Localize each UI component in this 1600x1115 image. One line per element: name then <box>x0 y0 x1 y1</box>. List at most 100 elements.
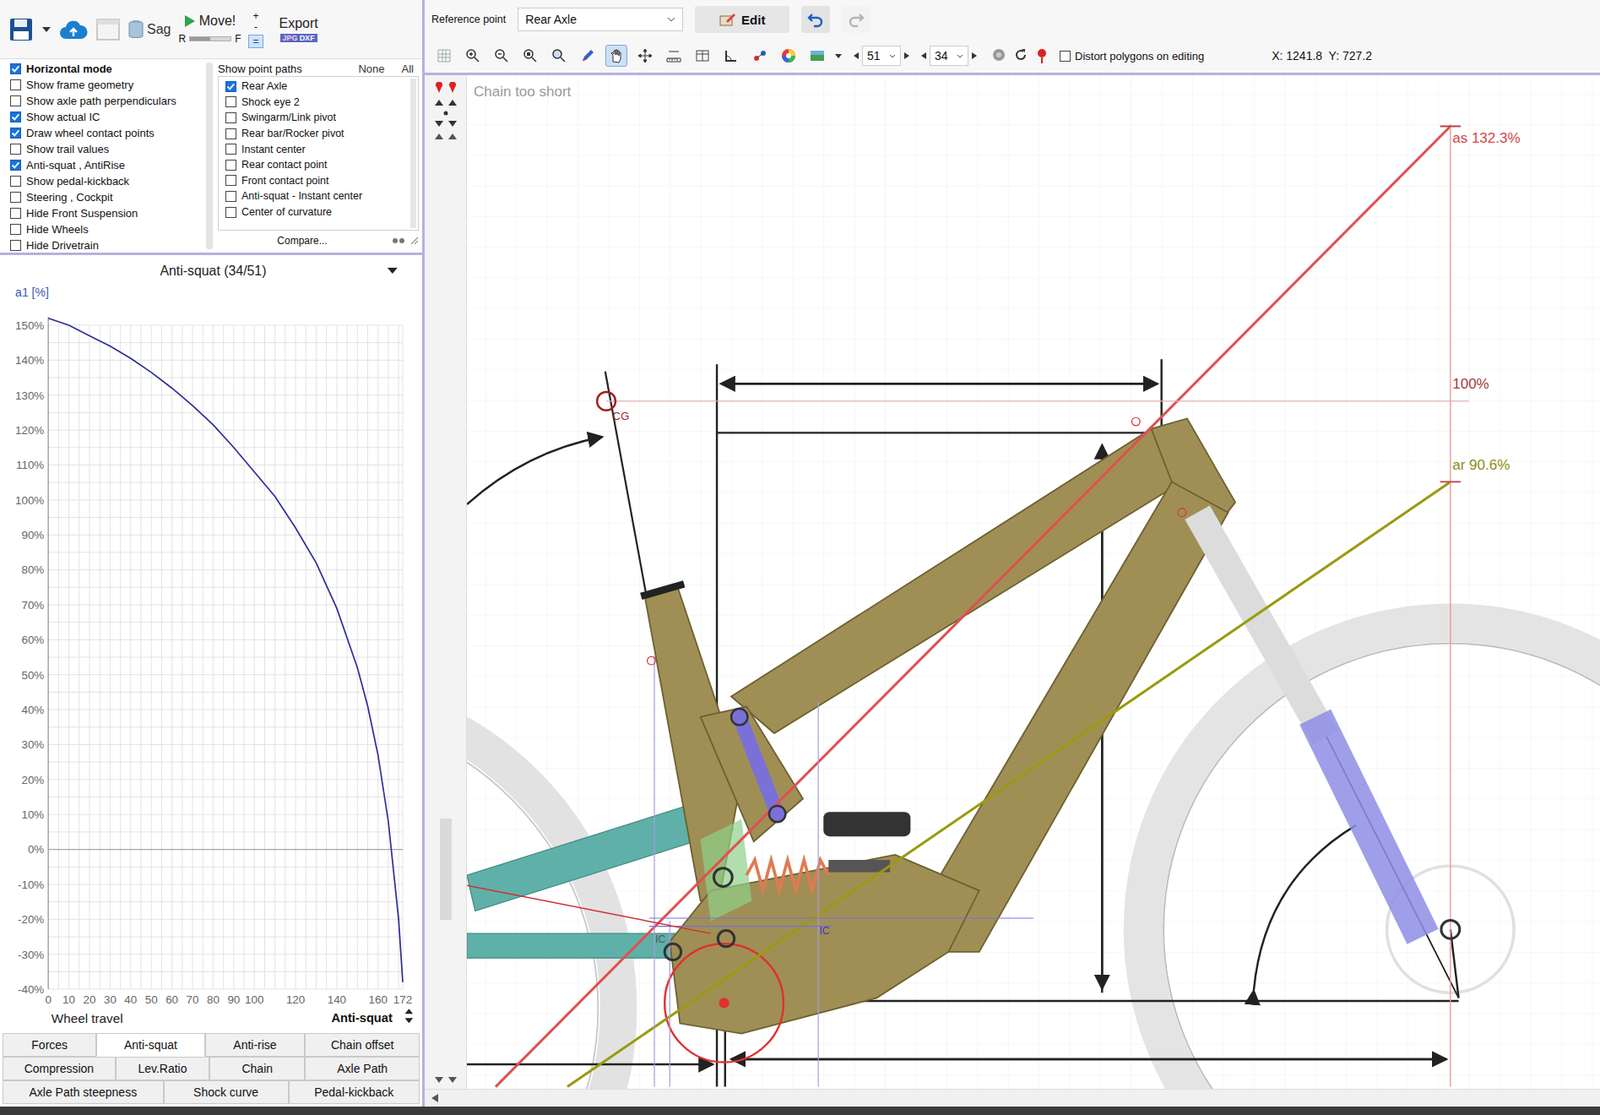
point-path-checkbox[interactable] <box>225 96 237 108</box>
pin-icon[interactable] <box>1035 48 1048 64</box>
color-wheel-tool[interactable] <box>777 44 800 67</box>
bike-canvas[interactable]: as 132.3%100%ar 90.6%CGICIC <box>466 75 1600 1089</box>
equals-button[interactable]: = <box>248 34 263 49</box>
option-checkbox[interactable] <box>10 159 22 171</box>
move-button[interactable]: Move! <box>184 13 237 29</box>
undo-button[interactable] <box>801 5 830 33</box>
select-all-button[interactable]: All <box>401 62 414 76</box>
option-checkbox[interactable] <box>10 191 22 203</box>
plus-button[interactable]: + <box>252 10 259 22</box>
up-icon[interactable] <box>448 98 457 106</box>
pin-red-icon[interactable] <box>448 81 457 94</box>
analysis-tab[interactable]: Lev.Ratio <box>115 1056 210 1080</box>
option-row[interactable]: Hide Wheels <box>10 221 207 238</box>
minus-button[interactable]: - <box>254 21 258 33</box>
prev-icon[interactable] <box>853 52 859 60</box>
draw-tool[interactable] <box>576 44 599 67</box>
cloud-upload-icon[interactable] <box>59 18 88 41</box>
option-row[interactable]: Anti-squat , AntiRise <box>10 157 207 174</box>
horizontal-scrollbar[interactable] <box>424 1088 1600 1107</box>
option-checkbox[interactable] <box>10 127 22 139</box>
distort-checkbox[interactable] <box>1059 50 1071 62</box>
point-path-row[interactable]: Front contact point <box>225 173 409 190</box>
zoom-fit-tool[interactable] <box>547 44 570 67</box>
point-path-row[interactable]: Swingarm/Link pivot <box>225 109 409 126</box>
analysis-tab[interactable]: Axle Path <box>304 1056 420 1080</box>
analysis-tab[interactable]: Shock curve <box>163 1079 289 1104</box>
down-icon[interactable] <box>434 120 444 128</box>
point-path-checkbox[interactable] <box>225 128 237 140</box>
next-icon[interactable] <box>971 52 977 60</box>
point-path-checkbox[interactable] <box>225 174 237 186</box>
compare-settings-icon[interactable] <box>391 236 406 245</box>
point-path-checkbox[interactable] <box>225 81 237 93</box>
gear-selector[interactable]: 51 <box>853 45 910 66</box>
option-checkbox[interactable] <box>10 79 22 91</box>
analysis-tab[interactable]: Chain <box>209 1056 305 1080</box>
save-icon[interactable] <box>8 16 34 43</box>
point-path-row[interactable]: Center of curvature <box>225 204 409 221</box>
distort-option[interactable]: Distort polygons on editing <box>1059 49 1205 63</box>
chart-series-selector[interactable]: Anti-squat <box>330 1010 392 1025</box>
option-row[interactable]: Show trail values <box>10 141 207 158</box>
record-icon[interactable] <box>992 48 1006 62</box>
option-row[interactable]: Hide Front Suspension <box>10 205 207 222</box>
point-path-checkbox[interactable] <box>225 206 237 218</box>
chart-dropdown-icon[interactable] <box>387 267 398 274</box>
point-path-checkbox[interactable] <box>225 112 237 124</box>
option-checkbox[interactable] <box>10 239 22 251</box>
option-checkbox[interactable] <box>10 63 22 75</box>
point-path-checkbox[interactable] <box>225 190 237 202</box>
point-path-row[interactable]: Rear contact point <box>225 157 409 174</box>
prev-icon[interactable] <box>921 52 927 60</box>
options-scrollbar[interactable] <box>206 62 213 250</box>
top-icon[interactable] <box>434 132 444 140</box>
option-row[interactable]: Show frame geometry <box>10 76 207 93</box>
pan-tool[interactable] <box>605 44 628 67</box>
gear-selector[interactable]: 34 <box>921 45 977 66</box>
rotate-icon[interactable] <box>1014 48 1028 62</box>
option-checkbox[interactable] <box>10 223 22 235</box>
down-icon[interactable] <box>448 1076 457 1084</box>
compare-button[interactable]: Compare... <box>276 234 327 247</box>
rf-slider[interactable]: RF <box>178 32 241 45</box>
option-row[interactable]: Horizontal mode <box>10 60 207 77</box>
next-icon[interactable] <box>904 52 910 60</box>
pin-red-icon[interactable] <box>434 81 444 94</box>
point-path-checkbox[interactable] <box>225 143 237 155</box>
analysis-tab[interactable]: Chain offset <box>304 1032 420 1057</box>
point-path-row[interactable]: Rear Axle <box>225 78 409 95</box>
zoom-window-tool[interactable] <box>519 44 542 67</box>
resize-icon[interactable] <box>410 236 419 245</box>
option-row[interactable]: Show actual IC <box>10 108 207 125</box>
sag-button[interactable]: Sag <box>128 19 171 40</box>
option-row[interactable]: Draw wheel contact points <box>10 124 207 142</box>
dropdown-arrow-icon[interactable] <box>41 26 52 33</box>
point-path-row[interactable]: Rear bar/Rocker pivot <box>225 125 409 142</box>
analysis-tab[interactable]: Axle Path steepness <box>2 1079 164 1104</box>
redo-button[interactable] <box>841 5 871 33</box>
down-icon[interactable] <box>434 1076 444 1084</box>
angle-tool[interactable] <box>720 44 743 67</box>
option-checkbox[interactable] <box>10 207 22 219</box>
move-tool[interactable] <box>634 44 657 67</box>
zoom-out-tool[interactable] <box>490 44 513 67</box>
measure-tool[interactable] <box>662 44 685 67</box>
down-icon[interactable] <box>448 120 457 128</box>
top-icon[interactable] <box>448 132 457 140</box>
spinner-icon[interactable] <box>404 1008 413 1023</box>
link-tool-tool[interactable] <box>748 44 771 67</box>
scroll-left-icon[interactable] <box>431 1093 439 1102</box>
option-checkbox[interactable] <box>10 111 22 123</box>
option-checkbox[interactable] <box>10 143 22 155</box>
analysis-tab[interactable]: Anti-squat <box>96 1032 205 1057</box>
export-group[interactable]: ExportJPGDXF <box>279 16 319 43</box>
option-row[interactable]: Show axle path perpendiculars <box>10 92 207 109</box>
point-path-row[interactable]: Shock eye 2 <box>225 94 409 111</box>
gear-select[interactable]: 51 <box>862 45 901 66</box>
option-checkbox[interactable] <box>10 95 22 107</box>
window-icon[interactable] <box>95 17 121 42</box>
point-path-row[interactable]: Anti-squat - Instant center <box>225 188 409 205</box>
point-paths-scrollbar[interactable] <box>410 78 417 228</box>
rf-slider-track[interactable] <box>189 36 232 42</box>
